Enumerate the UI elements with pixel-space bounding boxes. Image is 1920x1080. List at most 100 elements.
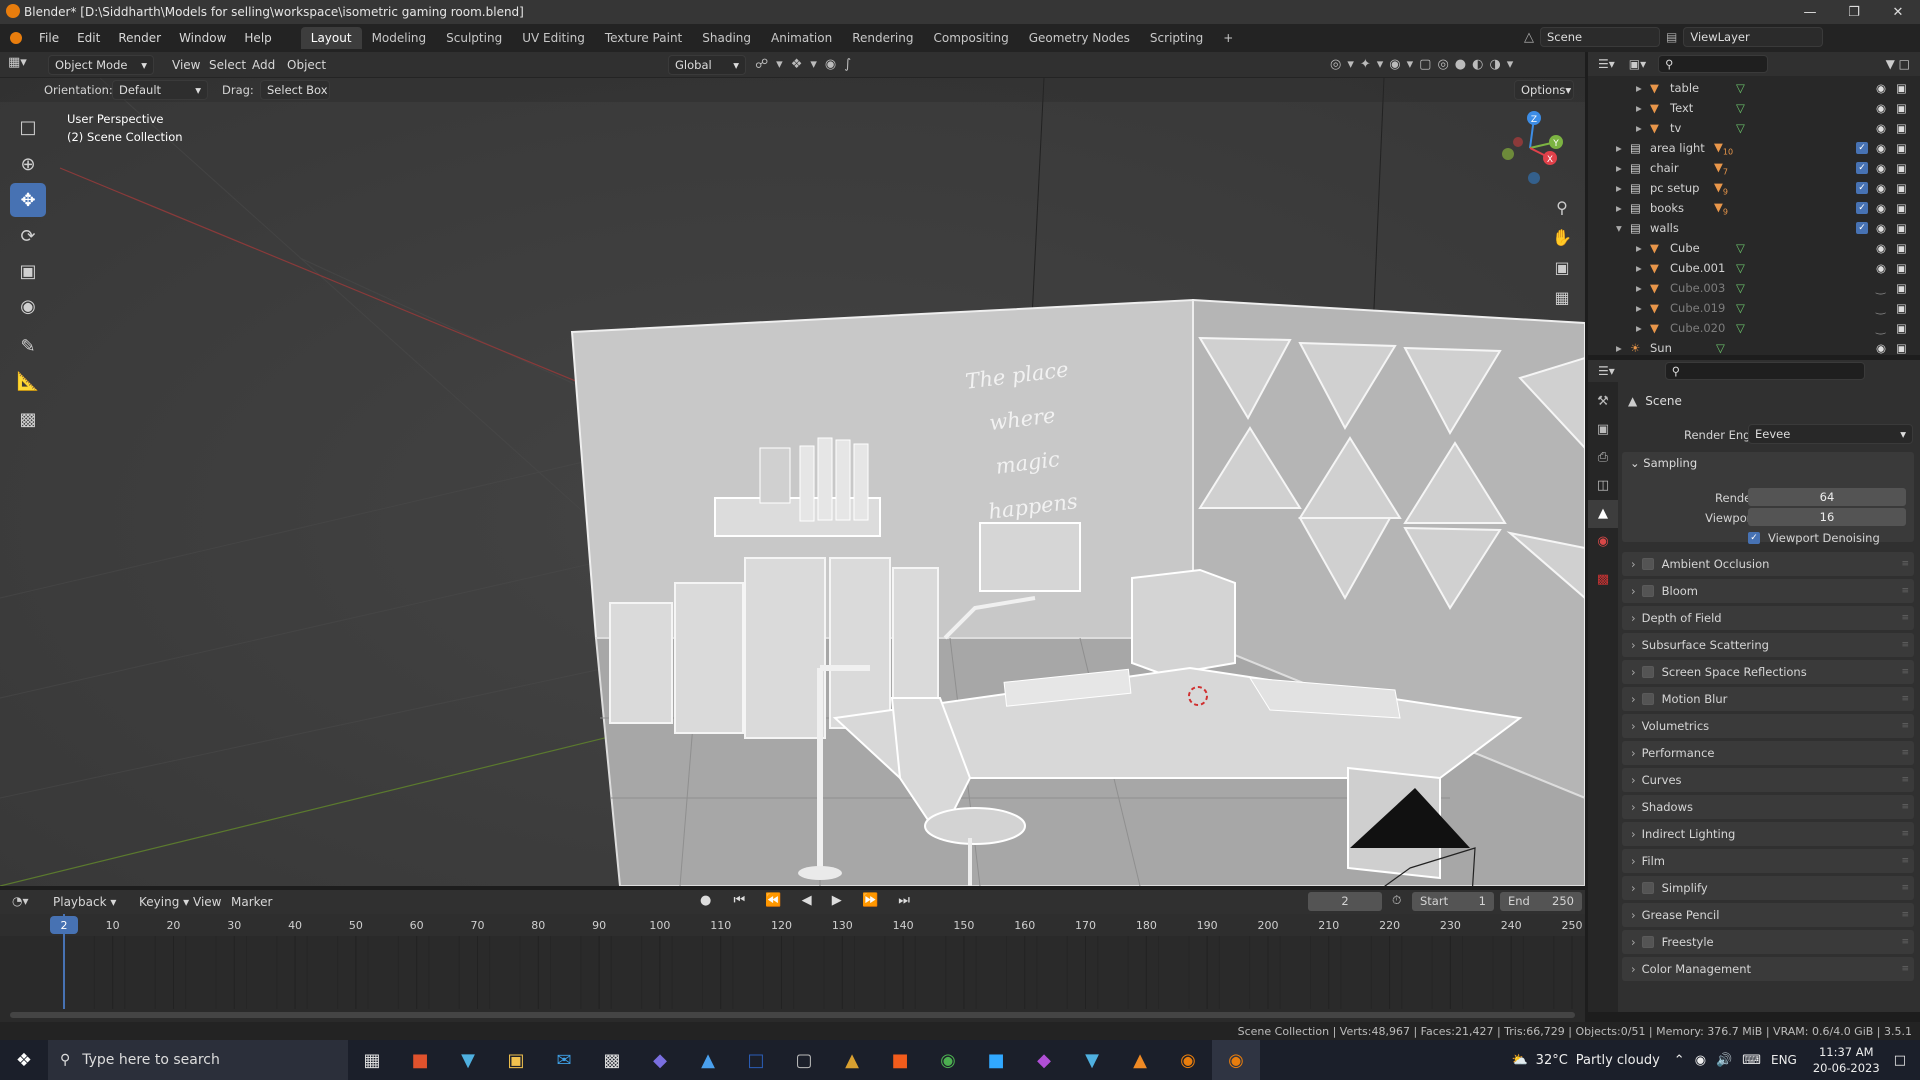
outliner-search-input[interactable]: ⚲ bbox=[1658, 55, 1769, 73]
outliner-row[interactable]: ▸ ▼ table ▽ ◉ ▣ bbox=[1588, 78, 1920, 98]
file-explorer-icon[interactable]: ▣ bbox=[492, 1040, 540, 1080]
tool-tab-icon[interactable]: ⚒ bbox=[1588, 388, 1618, 416]
drag-handle-icon[interactable]: ≡ bbox=[1901, 829, 1909, 839]
panel-enable-checkbox[interactable] bbox=[1641, 585, 1654, 597]
add-workspace-icon[interactable]: + bbox=[1213, 27, 1243, 49]
properties-type-icon[interactable]: ☰▾ bbox=[1598, 364, 1615, 378]
render-camera-icon[interactable]: ▣ bbox=[1896, 241, 1907, 255]
tab-rendering[interactable]: Rendering bbox=[842, 27, 923, 49]
drag-handle-icon[interactable]: ≡ bbox=[1901, 883, 1909, 893]
visibility-eye-icon[interactable]: ◉ bbox=[1876, 261, 1886, 275]
drag-handle-icon[interactable]: ≡ bbox=[1901, 586, 1909, 596]
visibility-eye-icon[interactable]: ◉ bbox=[1876, 241, 1886, 255]
tab-animation[interactable]: Animation bbox=[761, 27, 842, 49]
tab-scripting[interactable]: Scripting bbox=[1140, 27, 1213, 49]
timeline-editor-type-icon[interactable]: ◔▾ bbox=[12, 894, 29, 908]
annotate-tool-icon[interactable]: ✎ bbox=[10, 329, 46, 363]
render-panel-header[interactable]: › Depth of Field ≡ bbox=[1623, 607, 1915, 629]
expand-arrow-icon[interactable]: ▸ bbox=[1616, 201, 1630, 215]
expand-arrow-icon[interactable]: ▸ bbox=[1636, 101, 1650, 115]
task-view-icon[interactable]: ▦ bbox=[348, 1040, 396, 1080]
timeline-menu-playback[interactable]: Playback ▾ bbox=[44, 895, 125, 909]
add-cube-tool-icon[interactable]: ▩ bbox=[10, 402, 46, 436]
drag-handle-icon[interactable]: ≡ bbox=[1901, 613, 1909, 623]
weather-text[interactable]: Partly cloudy bbox=[1576, 1053, 1660, 1068]
menu-render[interactable]: Render bbox=[109, 31, 170, 45]
start-frame-field[interactable]: Start 1 bbox=[1412, 892, 1494, 911]
render-panel-header[interactable]: › Bloom ≡ bbox=[1623, 580, 1915, 602]
timeline-menu-marker[interactable]: Marker bbox=[222, 895, 281, 909]
scale-tool-icon[interactable]: ▣ bbox=[10, 254, 46, 288]
app-icon-5[interactable]: ◆ bbox=[1020, 1040, 1068, 1080]
stopwatch-icon[interactable]: ⏱ bbox=[1392, 893, 1401, 908]
panel-enable-checkbox[interactable] bbox=[1641, 666, 1654, 678]
render-camera-icon[interactable]: ▣ bbox=[1896, 101, 1907, 115]
render-panel-header[interactable]: › Indirect Lighting ≡ bbox=[1623, 823, 1915, 845]
visibility-eye-icon[interactable]: ◉ bbox=[1876, 181, 1886, 195]
minimize-icon[interactable]: — bbox=[1788, 0, 1832, 24]
render-camera-icon[interactable]: ▣ bbox=[1896, 321, 1907, 335]
overlay-shading-icons[interactable]: ◎▾✦▾◉▾▢◎●◐◑▾ bbox=[1330, 57, 1519, 72]
render-panel-header[interactable]: › Shadows ≡ bbox=[1623, 796, 1915, 818]
viewport-menu-object[interactable]: Object bbox=[278, 58, 335, 72]
tab-shading[interactable]: Shading bbox=[692, 27, 761, 49]
blender-menu-icon[interactable] bbox=[10, 32, 22, 44]
jump-start-icon[interactable]: ⏮ bbox=[733, 893, 753, 908]
scene-selector-icon[interactable]: △ bbox=[1524, 30, 1534, 45]
render-panel-header[interactable]: › Subsurface Scattering ≡ bbox=[1623, 634, 1915, 656]
taskbar-search-box[interactable]: ⚲ Type here to search bbox=[48, 1040, 348, 1080]
expand-arrow-icon[interactable]: ▸ bbox=[1636, 121, 1650, 135]
outliner-row[interactable]: ▸ ▤ chair ▼7 ✓ ◉ ▣ bbox=[1588, 158, 1920, 178]
visibility-eye-icon[interactable]: ◉ bbox=[1876, 201, 1886, 215]
app-icon-3[interactable]: ▢ bbox=[780, 1040, 828, 1080]
app-icon-2[interactable]: ▲ bbox=[684, 1040, 732, 1080]
outliner-row[interactable]: ▸ ▤ area light ▼10 ✓ ◉ ▣ bbox=[1588, 138, 1920, 158]
notifications-icon[interactable]: □ bbox=[1894, 1053, 1906, 1068]
app-icon-6[interactable]: ▼ bbox=[1068, 1040, 1116, 1080]
show-hidden-icons-icon[interactable]: ⌃ bbox=[1674, 1053, 1685, 1068]
render-panel-header[interactable]: › Screen Space Reflections ≡ bbox=[1623, 661, 1915, 683]
drag-handle-icon[interactable]: ≡ bbox=[1901, 559, 1909, 569]
record-icon[interactable]: ● bbox=[700, 893, 719, 908]
keyboard-icon[interactable]: ⌨ bbox=[1742, 1053, 1761, 1068]
drag-handle-icon[interactable]: ≡ bbox=[1901, 721, 1909, 731]
tab-uv-editing[interactable]: UV Editing bbox=[512, 27, 595, 49]
timeline-ruler[interactable]: 10 20 30 40 50 60 70 80 90 100 110 120 130 140 150 160 1… bbox=[0, 914, 1585, 1022]
tab-compositing[interactable]: Compositing bbox=[923, 27, 1018, 49]
vivaldi-icon[interactable]: ▼ bbox=[444, 1040, 492, 1080]
scene-name-field[interactable]: Scene bbox=[1540, 27, 1660, 47]
photoshop-icon[interactable]: ■ bbox=[972, 1040, 1020, 1080]
expand-arrow-icon[interactable]: ▸ bbox=[1636, 241, 1650, 255]
outliner-row[interactable]: ▸ ▤ pc setup ▼9 ✓ ◉ ▣ bbox=[1588, 178, 1920, 198]
visibility-eye-icon[interactable]: ‿ bbox=[1876, 321, 1885, 335]
expand-arrow-icon[interactable]: ▸ bbox=[1616, 341, 1630, 355]
render-camera-icon[interactable]: ▣ bbox=[1896, 261, 1907, 275]
drag-handle-icon[interactable]: ≡ bbox=[1901, 775, 1909, 785]
filter-icon[interactable]: ▼ □ bbox=[1886, 57, 1910, 71]
render-camera-icon[interactable]: ▣ bbox=[1896, 81, 1907, 95]
editor-type-icon[interactable]: ▦▾ bbox=[8, 55, 27, 70]
panel-enable-checkbox[interactable] bbox=[1641, 558, 1654, 570]
cursor-tool-icon[interactable]: ⊕ bbox=[10, 147, 46, 181]
object-mode-dropdown[interactable]: Object Mode ▾ bbox=[48, 55, 154, 75]
render-panel-header[interactable]: › Volumetrics ≡ bbox=[1623, 715, 1915, 737]
display-mode-icon[interactable]: ▣▾ bbox=[1629, 57, 1646, 71]
expand-arrow-icon[interactable]: ▸ bbox=[1616, 161, 1630, 175]
render-panel-header[interactable]: › Grease Pencil ≡ bbox=[1623, 904, 1915, 926]
drag-handle-icon[interactable]: ≡ bbox=[1901, 910, 1909, 920]
pan-hand-icon[interactable]: ✋ bbox=[1550, 223, 1574, 253]
next-keyframe-icon[interactable]: ⏩ bbox=[862, 893, 886, 908]
render-camera-icon[interactable]: ▣ bbox=[1896, 161, 1907, 175]
drag-handle-icon[interactable]: ≡ bbox=[1901, 802, 1909, 812]
tab-texture-paint[interactable]: Texture Paint bbox=[595, 27, 692, 49]
powerpoint-icon[interactable]: ■ bbox=[396, 1040, 444, 1080]
jump-end-icon[interactable]: ⏭ bbox=[898, 893, 918, 908]
expand-arrow-icon[interactable]: ▸ bbox=[1636, 81, 1650, 95]
prev-keyframe-icon[interactable]: ⏪ bbox=[765, 893, 789, 908]
measure-tool-icon[interactable]: 📐 bbox=[10, 364, 46, 398]
clock[interactable]: 11:37 AM 20-06-2023 bbox=[1813, 1044, 1880, 1076]
word-icon[interactable]: □ bbox=[732, 1040, 780, 1080]
viewport-samples-field[interactable]: 16 bbox=[1748, 508, 1906, 526]
exclude-checkbox[interactable]: ✓ bbox=[1856, 142, 1868, 154]
render-engine-dropdown[interactable]: Eevee ▾ bbox=[1748, 424, 1913, 444]
